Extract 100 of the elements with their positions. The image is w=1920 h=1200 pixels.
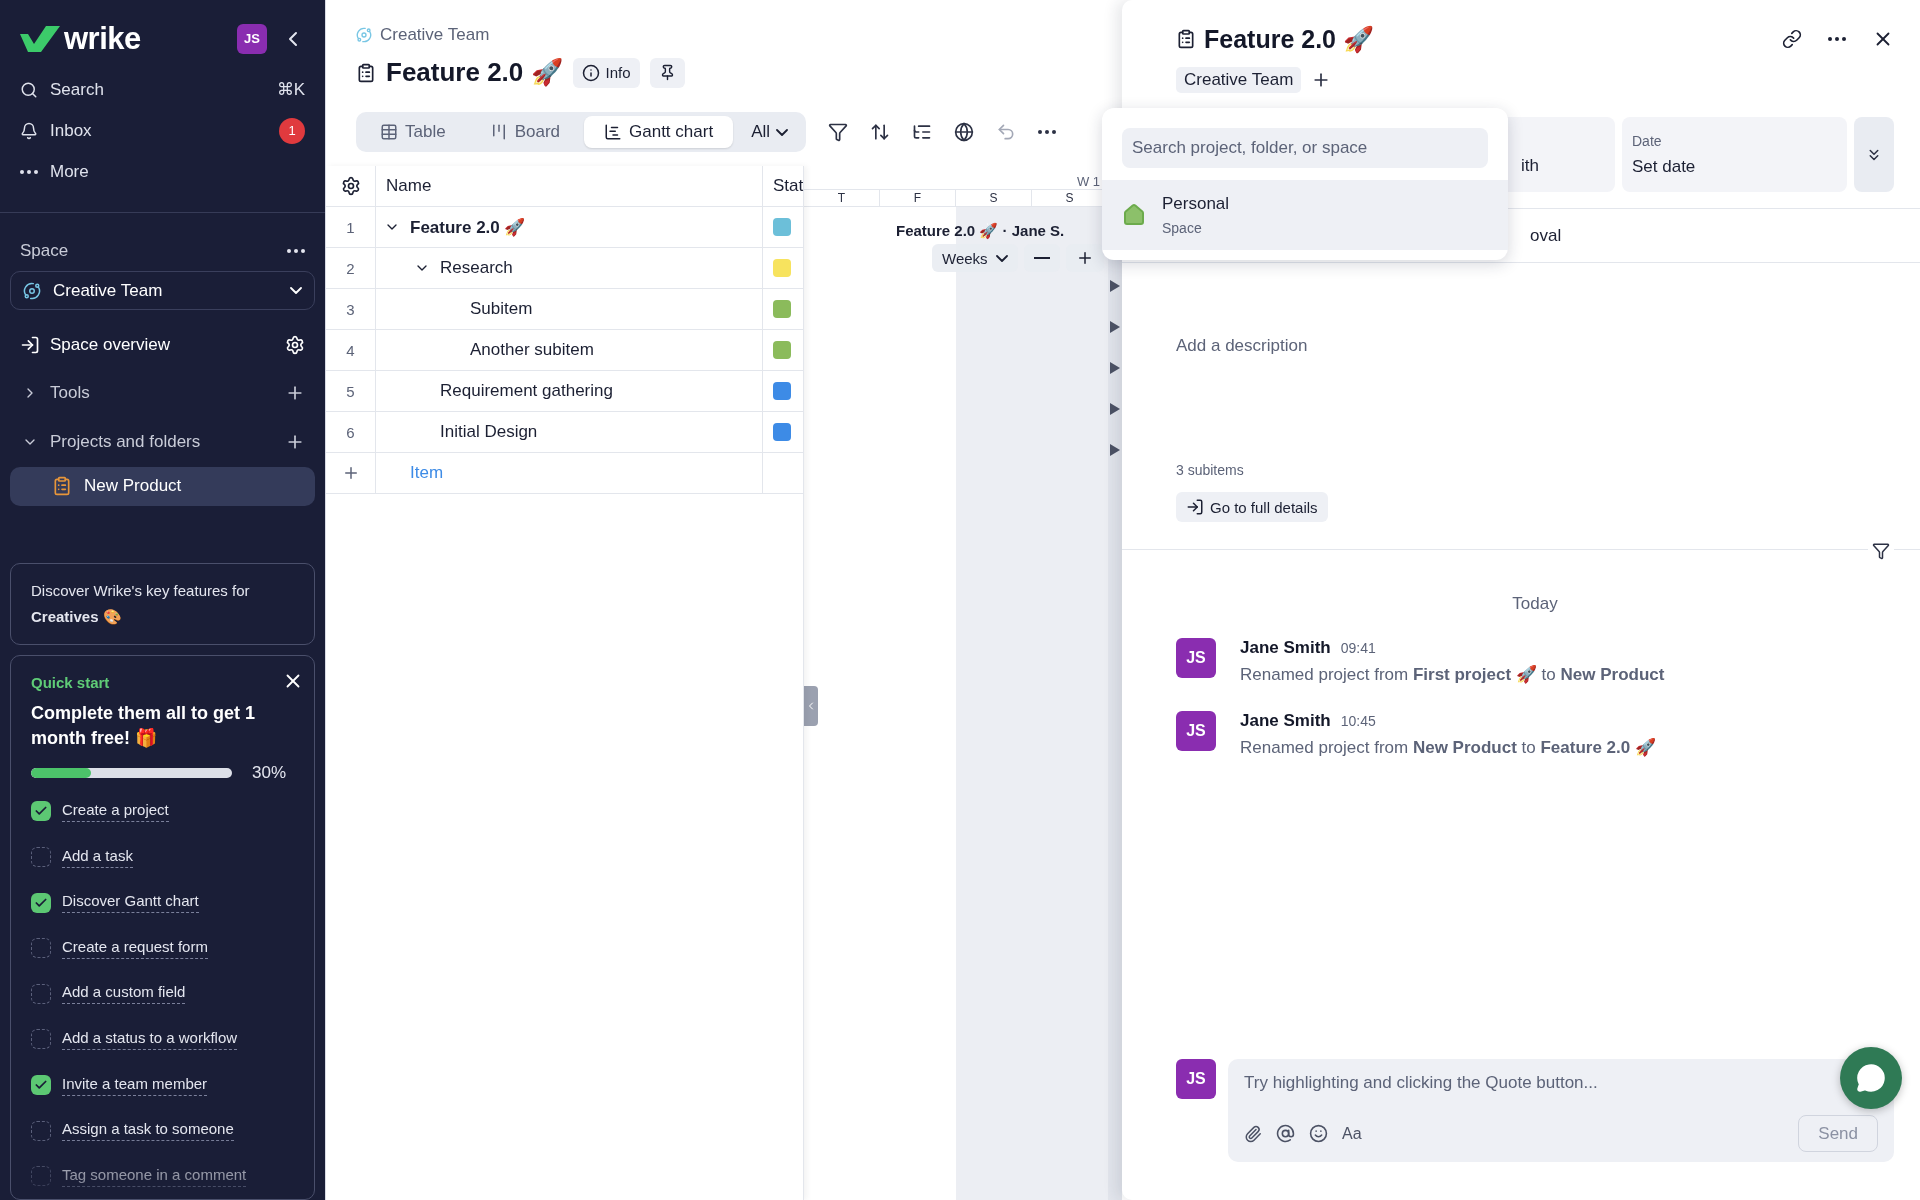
- sidebar-item[interactable]: Tools: [10, 368, 315, 418]
- user-avatar[interactable]: JS: [237, 23, 267, 54]
- logo-check-icon: [20, 25, 60, 52]
- task-link[interactable]: Invite a team member: [62, 1074, 208, 1096]
- view-tab[interactable]: Board: [469, 116, 580, 148]
- nav-item[interactable]: More: [10, 151, 315, 192]
- more-icon: [20, 169, 38, 174]
- nav-item[interactable]: Inbox 1: [10, 110, 315, 151]
- task-link[interactable]: Create a request form: [62, 937, 208, 959]
- progress-percent: 30%: [252, 762, 287, 783]
- add-row-cell[interactable]: [326, 453, 376, 494]
- date-field[interactable]: Date Set date: [1622, 117, 1847, 192]
- row-number-cell: 6: [326, 412, 376, 453]
- column-header: Name: [376, 166, 763, 207]
- chat-button[interactable]: [1840, 1047, 1902, 1109]
- info-button[interactable]: Info: [572, 57, 640, 88]
- section-label: Space: [20, 241, 69, 261]
- location-tag[interactable]: Creative Team: [1176, 67, 1302, 93]
- checkbox[interactable]: [31, 1029, 51, 1050]
- add-item-link[interactable]: Item: [410, 463, 444, 483]
- checkbox[interactable]: [31, 801, 51, 822]
- hierarchy-icon[interactable]: [912, 122, 933, 142]
- comment-field[interactable]: Try highlighting and clicking the Quote button... Aa Send: [1228, 1059, 1894, 1162]
- settings-icon[interactable]: [285, 334, 305, 355]
- row-number-cell: 5: [326, 371, 376, 412]
- bell-icon: [20, 121, 38, 140]
- task-link[interactable]: Discover Gantt chart: [62, 892, 199, 914]
- description-placeholder[interactable]: Add a description: [1176, 336, 1894, 356]
- attach-icon[interactable]: [1244, 1124, 1262, 1143]
- clipboard-icon: [1176, 29, 1196, 49]
- chevron-down-icon: [290, 287, 302, 295]
- expand-fields-button[interactable]: [1854, 117, 1894, 192]
- row-number-cell: 4: [326, 330, 376, 371]
- enter-icon: [20, 334, 40, 355]
- checkbox[interactable]: [31, 847, 51, 868]
- task-name-cell[interactable]: Research: [376, 248, 763, 289]
- message-text: Renamed project from First project 🚀 to New Product: [1240, 664, 1665, 685]
- task-link[interactable]: Add a task: [62, 846, 133, 868]
- checkbox[interactable]: [31, 1166, 51, 1187]
- sort-icon[interactable]: [870, 122, 891, 142]
- task-link[interactable]: Create a project: [62, 800, 169, 822]
- more-icon[interactable]: [1828, 37, 1846, 41]
- play-icon: [1110, 444, 1120, 456]
- task-link[interactable]: Tag someone in a comment: [62, 1165, 247, 1187]
- chevron-down-icon: [776, 128, 789, 136]
- space-select[interactable]: Creative Team: [10, 271, 315, 311]
- search-field[interactable]: Search project, folder, or space: [1122, 128, 1488, 168]
- checkbox[interactable]: [31, 983, 51, 1004]
- checkbox[interactable]: [31, 892, 51, 913]
- message-time: 09:41: [1340, 640, 1376, 656]
- chat-bubble-icon: [1856, 1063, 1886, 1093]
- collapse-handle[interactable]: [804, 686, 818, 726]
- notification-badge: 1: [279, 117, 305, 144]
- task-name-cell[interactable]: Requirement gathering: [376, 371, 763, 412]
- view-filter-select[interactable]: All: [737, 116, 803, 148]
- task-link[interactable]: Add a custom field: [62, 983, 186, 1005]
- status-text: oval: [1530, 225, 1562, 246]
- promo-card[interactable]: Discover Wrike's key features for Creatives 🎨: [10, 562, 315, 645]
- sidebar-item[interactable]: Space overview: [10, 320, 315, 369]
- nav-item[interactable]: Search ⌘K: [10, 69, 315, 110]
- filter-icon[interactable]: [828, 122, 849, 142]
- task-link[interactable]: Assign a task to someone: [62, 1120, 234, 1142]
- view-tab[interactable]: Gantt chart: [584, 116, 734, 148]
- check-icon: [34, 1078, 48, 1092]
- emoji-icon[interactable]: [1309, 1124, 1328, 1143]
- view-tab[interactable]: Table: [360, 116, 466, 148]
- user-avatar: JS: [1176, 711, 1216, 751]
- mention-icon[interactable]: [1276, 1124, 1295, 1143]
- column-settings-cell[interactable]: [326, 166, 376, 207]
- breadcrumb-link[interactable]: Creative Team: [380, 25, 490, 45]
- task-name-cell[interactable]: Initial Design: [376, 412, 763, 453]
- format-button[interactable]: Aa: [1342, 1124, 1362, 1143]
- house-icon: [1122, 203, 1146, 227]
- checkbox[interactable]: [31, 938, 51, 959]
- location-option[interactable]: Personal Space: [1102, 180, 1508, 250]
- shortcut-hint: ⌘K: [276, 79, 305, 100]
- more-icon[interactable]: [1038, 130, 1057, 134]
- sidebar-item[interactable]: Projects and folders: [10, 417, 315, 467]
- info-icon: [581, 63, 600, 82]
- task-name-cell[interactable]: Feature 2.0 🚀: [376, 207, 763, 248]
- settings-icon: [340, 176, 361, 196]
- clipboard-icon: [52, 476, 72, 497]
- clipboard-icon: [356, 62, 376, 83]
- project-item[interactable]: New Product: [10, 466, 315, 506]
- more-icon[interactable]: [287, 249, 305, 253]
- globe-icon[interactable]: [954, 122, 975, 142]
- task-name-cell[interactable]: Subitem: [376, 289, 763, 330]
- task-link[interactable]: Add a status to a workflow: [62, 1028, 238, 1050]
- checkbox[interactable]: [31, 1120, 51, 1141]
- full-details-button[interactable]: Go to full details: [1176, 492, 1328, 522]
- panel-title: Feature 2.0 🚀: [1204, 24, 1374, 54]
- author-name: Jane Smith: [1240, 711, 1331, 731]
- task-name-cell[interactable]: Another subitem: [376, 330, 763, 371]
- project-title: Feature 2.0 🚀: [386, 57, 563, 88]
- link-icon[interactable]: [1782, 29, 1802, 49]
- logo-text: wrike: [64, 20, 141, 57]
- user-avatar: JS: [1176, 1059, 1216, 1099]
- pin-button[interactable]: [649, 57, 685, 88]
- play-icon: [1110, 321, 1120, 333]
- checkbox[interactable]: [31, 1075, 51, 1095]
